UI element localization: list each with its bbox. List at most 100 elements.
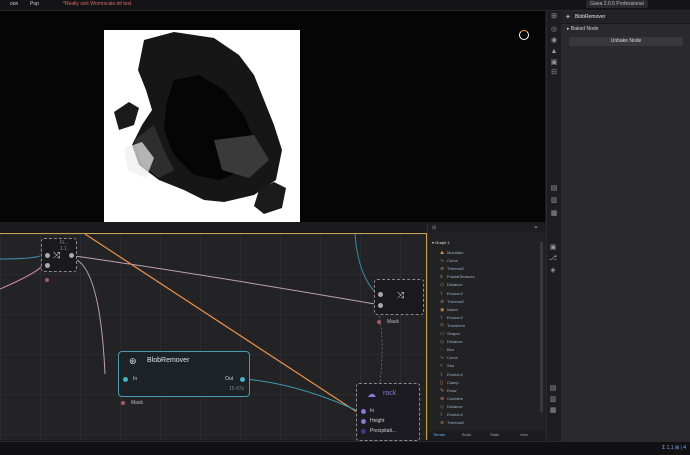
layout-icon-2[interactable]: ▥ (549, 396, 557, 404)
node-type-icon: ⛰ (440, 250, 445, 256)
fractal-in2-port[interactable] (45, 263, 50, 268)
outliner-item[interactable]: ≋ Thermal2 (440, 298, 464, 306)
outliner-item[interactable]: ⌇ Erosion2 (440, 371, 463, 379)
outliner-item[interactable]: ∿ Curve (440, 354, 458, 362)
outliner-item[interactable]: ✎ Draw (440, 387, 456, 395)
outliner-item[interactable]: ⤧ Transform (440, 322, 465, 330)
outliner-item[interactable]: ⌇ Erosion2 (440, 411, 463, 419)
fullscreen-icon[interactable]: ▦ (550, 210, 558, 218)
baked-node-label: Baked Node (570, 26, 599, 32)
menu-item-pop[interactable]: Pop (30, 1, 39, 7)
node-type-icon: ⌇ (440, 290, 443, 297)
rock-height-port[interactable] (361, 419, 366, 424)
outliner-item[interactable]: ∿ Curve (440, 257, 458, 265)
layout-icon-1[interactable]: ▤ (549, 385, 557, 393)
outliner-item[interactable]: ⌇ Erosion2 (440, 290, 463, 298)
node-graph[interactable]: Fi... 1.1.. ⤨ ⤨ Mask ⊛ BlobRemover In Ou… (0, 233, 427, 441)
outliner-item[interactable]: ≈ Sea (440, 362, 454, 370)
camera-icon[interactable]: ▣ (550, 59, 558, 67)
unbake-node-button[interactable]: Unbake Node (569, 37, 683, 46)
blob-out-port[interactable] (240, 377, 245, 382)
fractal-mask-port[interactable] (45, 278, 49, 282)
node-type-icon: ◇ (440, 403, 444, 410)
sun-icon[interactable]: ◎ (550, 26, 558, 34)
outliner-item-label: Blur (447, 347, 455, 353)
app-version-badge: Gaea 2.0.5 Professional (586, 0, 648, 8)
menu-item-oon[interactable]: oon (10, 1, 18, 7)
fractal-node[interactable]: Fi... 1.1.. ⤨ (41, 238, 77, 272)
outliner-item-label: Distance (447, 282, 463, 288)
rock-in-port[interactable] (361, 409, 366, 414)
layers-icon[interactable]: ⊞ (550, 13, 558, 21)
rock-in-label: In (370, 408, 375, 414)
branch-in2-port[interactable] (378, 303, 383, 308)
node-type-icon: ◉ (440, 306, 445, 313)
share-icon[interactable]: ⎇ (549, 255, 557, 263)
node-type-icon: ▯ (440, 379, 443, 386)
fractal-out-port[interactable] (69, 253, 74, 258)
outliner-item[interactable]: ⌇ Erosion2 (440, 314, 463, 322)
mountain-icon[interactable]: ▲ (550, 48, 558, 56)
grid-icon[interactable]: ⊟ (550, 69, 558, 77)
expand-icon[interactable]: ▤ (550, 185, 558, 193)
node-type-icon: ◌ (440, 347, 443, 354)
blob-in-label: In (133, 376, 138, 382)
node-type-icon: ≋ (440, 420, 445, 427)
tab-terrain[interactable]: Terrain (433, 432, 445, 437)
branch-mask-label: Mask (387, 319, 399, 325)
tab-vars[interactable]: Vars (520, 432, 528, 437)
graph-toolbar: ▣ ⎇ ◈ ▤ ▥ ▦ (546, 224, 560, 439)
status-bar: Σ 1.1 ⊞ | 4 (0, 441, 690, 455)
expand-icon-2[interactable]: ▣ (549, 244, 557, 252)
outliner-item[interactable]: ◇ Distance (440, 281, 463, 289)
droplet-icon[interactable]: ◈ (549, 267, 557, 275)
node-type-icon: ≈ (440, 363, 443, 370)
outliner-icon[interactable]: ⊞ (432, 225, 436, 231)
branch-in-port[interactable] (378, 292, 383, 297)
outliner-item-label: Erosion2 (447, 412, 463, 417)
rock-node[interactable]: ☁ rock In Height Precipitati... (356, 383, 420, 441)
preset-label[interactable]: *Really sick Wormscale.lnf text (63, 1, 131, 7)
terrain-viewport[interactable] (0, 11, 545, 222)
outliner-root[interactable]: ▾ Graph 1 (432, 240, 450, 245)
outliner-item[interactable]: ≋ Thermal2 (440, 265, 464, 273)
outliner-item[interactable]: ◌ Blur (440, 346, 454, 354)
outliner-item[interactable]: ⛰ Mountain (440, 249, 463, 257)
outliner-tabs: Terrain Build Stats Vars (428, 431, 546, 439)
status-text: Σ 1.1 ⊞ | 4 (662, 445, 686, 451)
layout-icon-3[interactable]: ▦ (549, 407, 557, 415)
globe-icon[interactable]: ◉ (550, 37, 558, 45)
rock-node-title: rock (383, 390, 397, 397)
outliner-item[interactable]: ⊕ Combine (440, 395, 463, 403)
blob-remover-node[interactable]: ⊛ BlobRemover In Out 15.47s (118, 351, 250, 397)
outliner-item-label: Thermal2 (447, 266, 464, 272)
tab-build[interactable]: Build (462, 432, 471, 437)
outliner-item[interactable]: ◇ Distance (440, 338, 463, 346)
branch-node[interactable]: ⤨ (374, 279, 424, 315)
branch-mask-port[interactable] (377, 320, 381, 324)
outliner-item[interactable]: ◇ Distance (440, 403, 463, 411)
baked-node-toggle[interactable]: ▸ Baked Node (567, 26, 598, 32)
outliner-item[interactable]: ≋ Thermal2 (440, 419, 464, 427)
node-branch-icon-2: ⤨ (397, 290, 405, 300)
rock-precip-port[interactable] (361, 429, 366, 434)
terrain-preview (104, 30, 300, 222)
split-icon[interactable]: ▥ (550, 197, 558, 205)
blob-mask-port[interactable] (121, 401, 125, 405)
node-type-icon: ⌇ (440, 314, 443, 321)
tab-stats[interactable]: Stats (490, 432, 499, 437)
outliner-scrollbar[interactable] (540, 242, 543, 412)
gizmo-ring-icon[interactable] (519, 30, 529, 40)
outliner-item-label: Sea (447, 363, 455, 369)
filter-icon[interactable]: ⏷ (534, 225, 538, 231)
outliner-item-label: Erosion2 (447, 371, 463, 377)
outliner-item[interactable]: ▯ Clamp (440, 379, 459, 387)
outliner-header: ⊞ ⏷ (428, 224, 546, 233)
outliner-item[interactable]: ≡ FractalTerraces (440, 273, 475, 281)
outliner-item[interactable]: ▭ Shaper (440, 330, 460, 338)
node-type-icon: ✎ (440, 387, 445, 394)
blob-in-port[interactable] (123, 377, 128, 382)
node-type-icon: ◇ (440, 339, 444, 346)
fractal-in-port[interactable] (45, 253, 50, 258)
outliner-item[interactable]: ◉ Island (440, 306, 458, 314)
